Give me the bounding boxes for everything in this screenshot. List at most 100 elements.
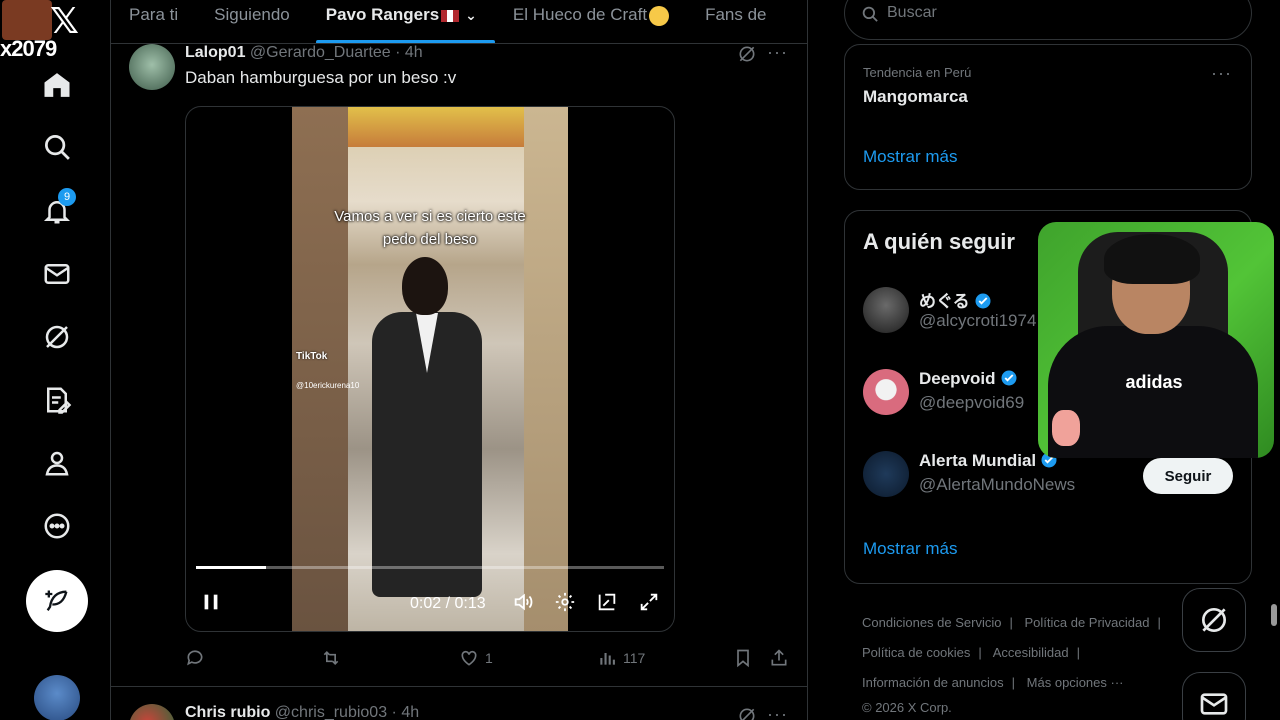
scrollbar[interactable]	[1271, 604, 1277, 626]
avatar[interactable]	[863, 451, 909, 497]
reply-button[interactable]	[185, 648, 205, 668]
video-player[interactable]: Vamos a ver si es cierto este pedo del b…	[185, 106, 675, 632]
pause-icon[interactable]	[200, 591, 222, 618]
fullscreen-icon[interactable]	[638, 591, 660, 618]
bookmark-button[interactable]	[733, 648, 753, 668]
tiktok-watermark-handle: @10erickurena10	[296, 381, 360, 390]
tweet-author-avatar[interactable]	[129, 704, 175, 720]
tweet-actions: 1 117	[185, 648, 805, 672]
grok-icon	[1202, 608, 1226, 632]
video-time: 0:02 / 0:13	[410, 595, 486, 612]
tweet-author-handle[interactable]: @chris_rubio03 · 4h	[275, 704, 419, 720]
suggestion-handle: @alcycroti1974	[919, 311, 1037, 330]
settings-gear-icon[interactable]	[554, 591, 576, 618]
chevron-down-icon[interactable]: ⌄	[465, 4, 477, 26]
tweet-author-handle[interactable]: @Gerardo_Duartee · 4h	[250, 44, 423, 61]
trend-name[interactable]: Mangomarca	[863, 87, 968, 107]
tab-para-ti[interactable]: Para ti	[111, 0, 196, 43]
grok-floating-button[interactable]	[1182, 588, 1246, 652]
more-options-icon[interactable]: ···	[1211, 63, 1232, 84]
footer-link[interactable]: Información de anuncios	[862, 675, 1004, 690]
suggestion-handle: @deepvoid69	[919, 393, 1025, 412]
suggestion-name: めぐる	[919, 287, 992, 312]
suggestion-name-text: めぐる	[919, 292, 970, 311]
video-caption: Vamos a ver si es cierto este pedo del b…	[292, 205, 568, 251]
footer-link[interactable]: Accesibilidad	[993, 645, 1069, 660]
timeline: Para ti Siguiendo Pavo Rangers ⌄ El Hueco…	[110, 0, 809, 720]
avatar[interactable]	[863, 287, 909, 333]
account-avatar[interactable]	[34, 675, 80, 720]
more-icon[interactable]	[40, 509, 74, 543]
like-button[interactable]: 1	[459, 648, 493, 668]
view-count: 117	[623, 650, 646, 666]
follow-button[interactable]: Seguir	[1143, 458, 1233, 494]
tiktok-watermark: TikTok	[296, 351, 328, 362]
tweet[interactable]: Chris rubio @chris_rubio03 · 4h ···	[111, 688, 809, 720]
who-to-follow-title: A quién seguir	[863, 229, 1015, 254]
video-frame	[292, 107, 568, 631]
show-more-link[interactable]: Mostrar más	[863, 147, 957, 167]
profile-icon[interactable]	[40, 446, 74, 480]
suggestion-name: Deepvoid	[919, 369, 1018, 389]
flag-icon	[441, 9, 460, 22]
views-icon	[600, 653, 615, 665]
tweet-text: Daban hamburguesa por un beso :v	[185, 68, 457, 87]
explore-icon[interactable]	[40, 130, 74, 164]
share-icon	[771, 649, 787, 666]
trends-card: Tendencia en Perú Mangomarca ··· Mostrar…	[844, 44, 1252, 190]
footer-separator: |	[1157, 615, 1161, 630]
views-button[interactable]: 117	[597, 648, 645, 668]
picture-in-picture-icon[interactable]	[596, 591, 618, 618]
grok-icon[interactable]	[737, 706, 757, 720]
home-icon[interactable]	[40, 68, 74, 102]
verified-badge-icon	[1001, 370, 1017, 386]
left-navigation: x2079 𝕏 9	[0, 0, 110, 720]
emoji-icon	[649, 5, 670, 26]
sidebar-footer: Condiciones de Servicio | Política de Pri…	[862, 608, 1192, 718]
video-person-head	[402, 257, 448, 315]
footer-link[interactable]: Condiciones de Servicio	[862, 615, 1001, 630]
avatar[interactable]	[863, 369, 909, 415]
messages-floating-button[interactable]	[1182, 672, 1246, 720]
search-icon	[862, 6, 878, 22]
video-caption-line: pedo del beso	[382, 231, 478, 248]
repost-icon	[323, 650, 339, 666]
repost-button[interactable]	[321, 648, 341, 668]
webcam-overlay: adidas	[1038, 222, 1274, 458]
tab-siguiendo[interactable]: Siguiendo	[196, 0, 308, 43]
video-progress-bar[interactable]	[196, 566, 664, 569]
footer-link[interactable]: Política de Privacidad	[1024, 615, 1149, 630]
adidas-logo: adidas	[1125, 372, 1183, 392]
verified-badge-icon	[975, 293, 991, 309]
tweet-header: Lalop01 @Gerardo_Duartee · 4h	[185, 44, 423, 62]
more-options-icon[interactable]: ···	[767, 704, 788, 720]
tweet-author-name[interactable]: Chris rubio	[185, 704, 270, 720]
footer-row: Política de cookies | Accesibilidad |	[862, 638, 1192, 668]
volume-icon[interactable]	[512, 591, 534, 618]
video-scene-door	[292, 107, 348, 631]
grok-icon[interactable]	[737, 44, 757, 64]
tab-pavo-rangers[interactable]: Pavo Rangers ⌄	[308, 0, 496, 43]
tweet-author-name[interactable]: Lalop01	[185, 44, 245, 61]
messages-icon[interactable]	[40, 257, 74, 291]
tweet[interactable]: Lalop01 @Gerardo_Duartee · 4h ··· Daban …	[111, 42, 809, 687]
tweet-author-avatar[interactable]	[129, 44, 175, 90]
compose-post-button[interactable]	[26, 570, 88, 632]
streamer-name: x2079	[0, 36, 57, 61]
video-scene-awning	[348, 107, 524, 147]
video-caption-line: Vamos a ver si es cierto este	[334, 208, 526, 225]
x-logo-icon[interactable]: 𝕏	[50, 0, 79, 42]
search-input[interactable]: Buscar	[844, 0, 1252, 40]
video-progress-fill	[196, 566, 267, 569]
footer-link[interactable]: Política de cookies	[862, 645, 970, 660]
tab-fans-de[interactable]: Fans de	[687, 0, 784, 43]
share-button[interactable]	[769, 648, 789, 668]
more-options-link[interactable]: Más opciones ···	[1027, 675, 1124, 690]
tab-el-hueco-de-craft[interactable]: El Hueco de Craft	[495, 0, 687, 43]
lists-icon[interactable]	[40, 383, 74, 417]
grok-icon[interactable]	[40, 320, 74, 354]
feather-icon	[45, 590, 68, 611]
suggestion-name: Alerta Mundial	[919, 451, 1058, 471]
more-options-icon[interactable]: ···	[767, 42, 788, 63]
show-more-link[interactable]: Mostrar más	[863, 539, 957, 559]
